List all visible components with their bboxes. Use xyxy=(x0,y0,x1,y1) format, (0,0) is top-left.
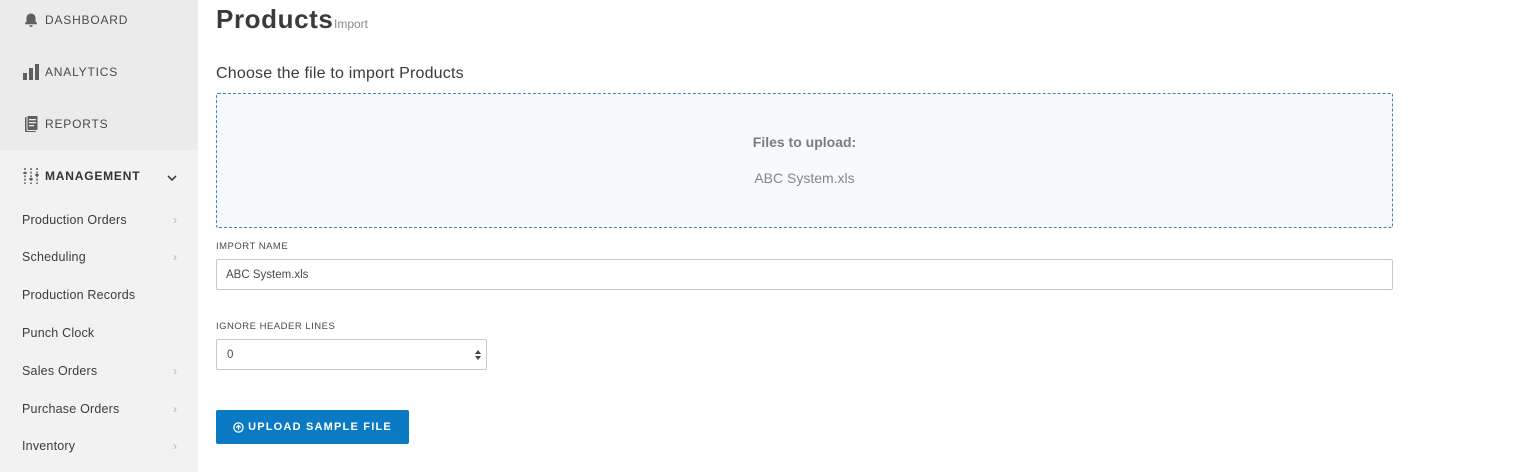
upload-circle-icon xyxy=(233,421,244,433)
sidebar-item-label: Punch Clock xyxy=(22,326,95,340)
sidebar-item-management[interactable]: MANAGEMENT xyxy=(22,166,140,186)
section-title: Choose the file to import Products xyxy=(216,65,464,82)
ignore-header-lines-input[interactable]: 0 xyxy=(216,339,487,370)
chevron-right-icon: › xyxy=(173,364,177,378)
upload-sample-file-button[interactable]: UPLOAD SAMPLE FILE xyxy=(216,410,409,444)
sidebar-item-label: Scheduling xyxy=(22,250,86,264)
sidebar-item-punch-clock[interactable]: Punch Clock xyxy=(22,323,180,343)
number-stepper-icon[interactable] xyxy=(474,347,482,363)
import-name-label: IMPORT NAME xyxy=(216,241,289,252)
sidebar-item-purchase-orders[interactable]: Purchase Orders › xyxy=(22,399,180,419)
sidebar-item-label: Inventory xyxy=(22,439,76,453)
dropzone-file-name: ABC System.xls xyxy=(754,170,855,186)
page-title: Products xyxy=(216,4,334,34)
sliders-icon xyxy=(22,167,40,185)
sidebar-item-label: Sales Orders xyxy=(22,364,98,378)
sidebar-item-production-records[interactable]: Production Records xyxy=(22,285,180,305)
sidebar-item-dashboard[interactable]: DASHBOARD xyxy=(22,10,128,30)
bar-chart-icon xyxy=(22,63,40,81)
ignore-header-lines-value: 0 xyxy=(227,349,234,361)
sidebar-item-sales-orders[interactable]: Sales Orders › xyxy=(22,361,180,381)
page-subtitle: Import xyxy=(334,17,369,31)
dropzone-title: Files to upload: xyxy=(752,134,857,150)
ignore-header-lines-label: IGNORE HEADER LINES xyxy=(216,321,336,332)
chevron-right-icon: › xyxy=(173,402,177,416)
file-dropzone[interactable]: Files to upload: ABC System.xls xyxy=(216,93,1393,228)
sidebar-item-label: REPORTS xyxy=(45,117,109,131)
sidebar-item-reports[interactable]: REPORTS xyxy=(22,114,108,134)
sidebar-item-inventory[interactable]: Inventory › xyxy=(22,436,180,456)
sidebar: DASHBOARD ANALYTICS REPORTS MANAGEMENT P… xyxy=(0,0,198,472)
chevron-right-icon: › xyxy=(173,250,177,264)
sidebar-item-label: Purchase Orders xyxy=(22,402,120,416)
chevron-right-icon: › xyxy=(173,439,177,453)
sidebar-item-label: MANAGEMENT xyxy=(45,169,141,183)
sidebar-item-analytics[interactable]: ANALYTICS xyxy=(22,62,118,82)
sidebar-item-label: DASHBOARD xyxy=(45,13,129,27)
sidebar-item-label: ANALYTICS xyxy=(45,65,118,79)
bell-icon xyxy=(22,11,40,29)
report-icon xyxy=(22,115,40,133)
sidebar-item-production-orders[interactable]: Production Orders › xyxy=(22,210,180,230)
sidebar-item-label: Production Orders xyxy=(22,213,127,227)
upload-button-label: UPLOAD SAMPLE FILE xyxy=(248,421,392,433)
import-name-input[interactable] xyxy=(216,259,1393,290)
sidebar-item-label: Production Records xyxy=(22,288,136,302)
chevron-down-icon[interactable] xyxy=(166,171,178,183)
sidebar-item-scheduling[interactable]: Scheduling › xyxy=(22,247,180,267)
chevron-right-icon: › xyxy=(173,213,177,227)
